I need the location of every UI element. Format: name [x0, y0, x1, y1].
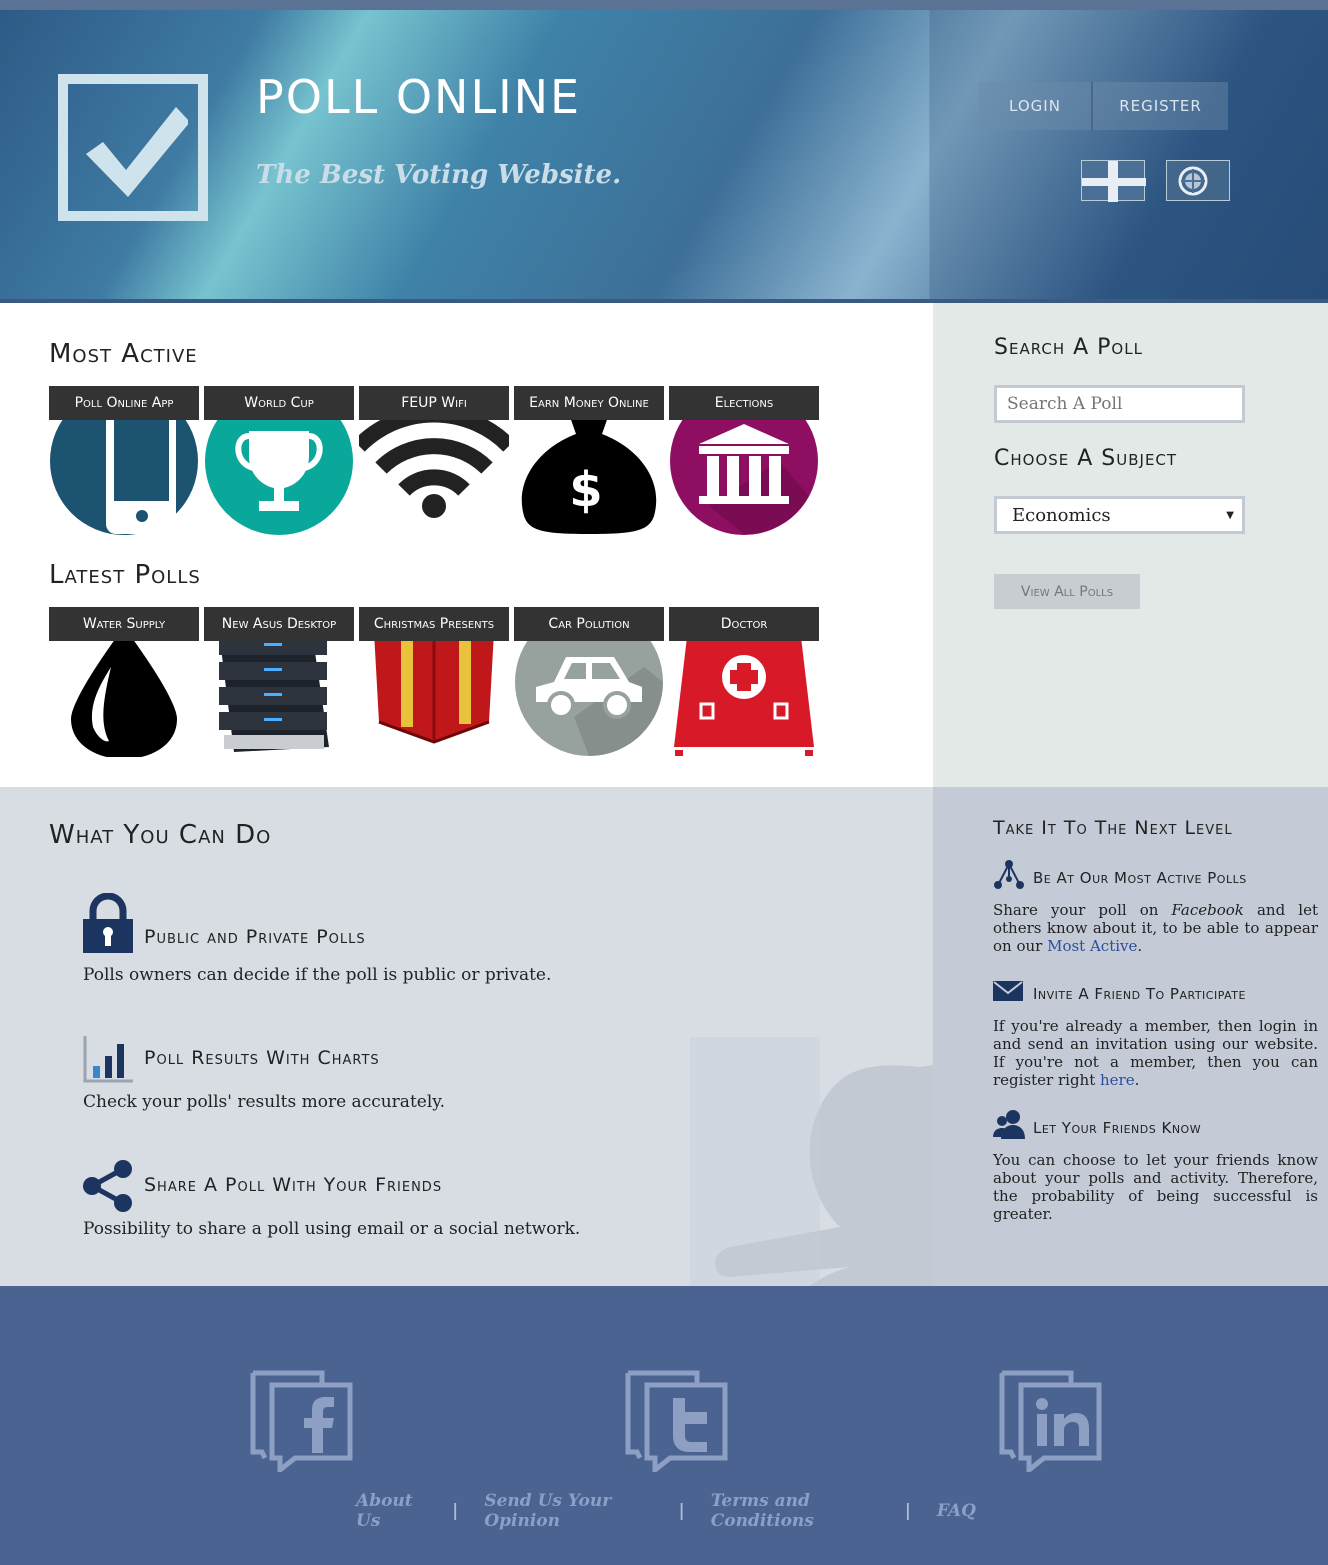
next-item-text: Share your poll on Facebook and let othe… [993, 901, 1318, 955]
tile-label: Poll Online App [49, 386, 199, 420]
feature-text: Possibility to share a poll using email … [83, 1219, 581, 1239]
tile-label: World Cup [204, 386, 354, 420]
tile-label: New Asus Desktop [204, 607, 354, 641]
search-poll-title: Search A Poll [994, 335, 1143, 360]
footer: About Us | Send Us Your Opinion | Terms … [0, 1286, 1328, 1565]
send-opinion-link[interactable]: Send Us Your Opinion [484, 1491, 652, 1531]
subject-selected-value: Economics [1012, 504, 1111, 526]
tile-label: Water Supply [49, 607, 199, 641]
poll-tile-doctor[interactable]: Doctor [669, 607, 819, 757]
about-us-link[interactable]: About Us [356, 1491, 426, 1531]
next-item-title: Let Your Friends Know [1033, 1119, 1202, 1137]
svg-text:$: $ [569, 462, 602, 518]
site-logo[interactable] [58, 74, 208, 221]
feature-title: Public and Private Polls [144, 926, 366, 948]
most-active-title: Most Active [49, 339, 198, 369]
poll-tile-poll-online-app[interactable]: Poll Online App [49, 386, 199, 536]
feature-text: Check your polls' results more accuratel… [83, 1092, 446, 1112]
twitter-icon[interactable] [625, 1370, 729, 1472]
portuguese-flag[interactable] [1166, 160, 1230, 201]
tile-label: Christmas Presents [359, 607, 509, 641]
envelope-icon [993, 981, 1023, 1001]
tile-label: Car Polution [514, 607, 664, 641]
tile-label: Earn Money Online [514, 386, 664, 420]
features-section: What You Can Do Public and Private Polls… [0, 787, 933, 1286]
header: POLL ONLINE The Best Voting Website. LOG… [0, 0, 1328, 303]
faq-link[interactable]: FAQ [937, 1501, 976, 1521]
next-item-title: Be At Our Most Active Polls [1033, 869, 1247, 887]
next-item-title: Invite A Friend To Participate [1033, 985, 1246, 1003]
poll-tile-car-polution[interactable]: Car Polution [514, 607, 664, 757]
most-active-link[interactable]: Most Active [1047, 937, 1137, 955]
terms-link[interactable]: Terms and Conditions [711, 1491, 879, 1531]
share-icon [83, 1160, 132, 1212]
site-title[interactable]: POLL ONLINE [256, 70, 581, 124]
tile-label: Elections [669, 386, 819, 420]
feature-title: Share A Poll With Your Friends [144, 1174, 443, 1196]
link-separator: | [452, 1501, 459, 1521]
facebook-icon[interactable] [250, 1370, 354, 1472]
footer-links: About Us | Send Us Your Opinion | Terms … [356, 1491, 976, 1531]
what-you-can-do-title: What You Can Do [49, 820, 272, 850]
english-flag[interactable] [1081, 160, 1146, 202]
linkedin-icon[interactable] [999, 1370, 1103, 1472]
view-all-polls-button[interactable]: View All Polls [994, 574, 1140, 609]
tile-label: FEUP Wifi [359, 386, 509, 420]
latest-polls-title: Latest Polls [49, 560, 201, 590]
header-right-panel [929, 10, 1328, 303]
poll-tile-christmas-presents[interactable]: Christmas Presents [359, 607, 509, 757]
armillary-sphere-icon [1178, 166, 1208, 196]
main-content: Most Active Poll Online App World Cup FE… [0, 303, 933, 787]
next-level-section: Take It To The Next Level Be At Our Most… [933, 787, 1328, 1286]
next-item-text: If you're already a member, then login i… [993, 1017, 1318, 1089]
link-separator: | [904, 1501, 911, 1521]
voting-hand-image [690, 1037, 933, 1286]
checkmark-icon [86, 107, 188, 197]
poll-tile-elections[interactable]: Elections [669, 386, 819, 536]
register-button[interactable]: REGISTER [1093, 82, 1228, 130]
subject-select[interactable]: Economics ▼ [994, 496, 1245, 534]
poll-tile-world-cup[interactable]: World Cup [204, 386, 354, 536]
next-level-title: Take It To The Next Level [993, 817, 1233, 839]
link-separator: | [678, 1501, 685, 1521]
header-top-bar [0, 0, 1328, 10]
register-here-link[interactable]: here [1100, 1071, 1135, 1089]
poll-tile-earn-money-online[interactable]: $ Earn Money Online [514, 386, 664, 536]
poll-tile-new-asus-desktop[interactable]: New Asus Desktop [204, 607, 354, 757]
poll-tile-water-supply[interactable]: Water Supply [49, 607, 199, 757]
auth-buttons: LOGIN REGISTER [979, 82, 1228, 130]
poll-tile-feup-wifi[interactable]: FEUP Wifi [359, 386, 509, 536]
users-icon [993, 1110, 1025, 1139]
login-button[interactable]: LOGIN [979, 82, 1093, 130]
choose-subject-title: Choose A Subject [994, 446, 1178, 471]
cross-flag-icon [1082, 161, 1146, 202]
next-item-text: You can choose to let your friends know … [993, 1151, 1318, 1223]
feature-title: Poll Results With Charts [144, 1047, 380, 1069]
network-icon [994, 860, 1024, 889]
feature-text: Polls owners can decide if the poll is p… [83, 965, 552, 985]
site-slogan: The Best Voting Website. [256, 160, 622, 190]
tile-label: Doctor [669, 607, 819, 641]
lock-icon [83, 893, 133, 953]
sidebar: Search A Poll Choose A Subject Economics… [933, 303, 1328, 787]
dropdown-arrow-icon: ▼ [1226, 510, 1234, 521]
bar-chart-icon [83, 1036, 133, 1083]
search-input[interactable] [994, 385, 1245, 423]
